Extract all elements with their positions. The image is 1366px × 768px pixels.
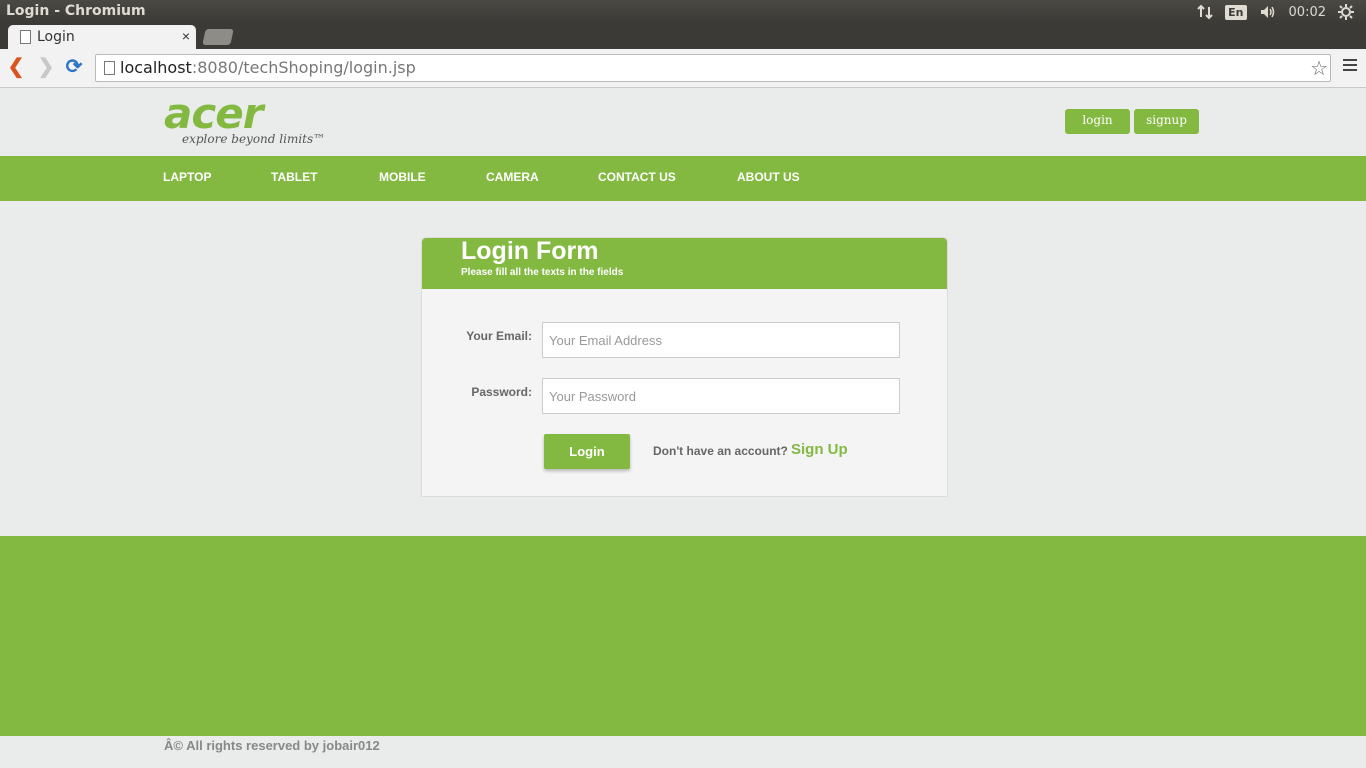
new-tab-button[interactable] bbox=[202, 29, 234, 45]
browser-toolbar: ❮ ❯ ⟳ localhost:8080/techShoping/login.j… bbox=[0, 49, 1366, 88]
site-header: acer explore beyond limits™ login signup bbox=[0, 88, 1366, 156]
login-submit-button[interactable]: Login bbox=[544, 434, 630, 469]
form-header: Login Form Please fill all the texts in … bbox=[422, 237, 947, 289]
keyboard-language[interactable]: En bbox=[1225, 4, 1247, 20]
signup-link[interactable]: Sign Up bbox=[791, 441, 848, 458]
page-icon bbox=[20, 30, 31, 44]
forward-arrow-icon[interactable]: ❯ bbox=[36, 57, 56, 77]
password-field[interactable] bbox=[542, 378, 900, 414]
form-subtitle: Please fill all the texts in the fields bbox=[461, 267, 624, 278]
email-field[interactable] bbox=[542, 322, 900, 358]
nav-about-us[interactable]: ABOUT US bbox=[737, 170, 800, 184]
email-label: Your Email: bbox=[466, 329, 532, 343]
form-title: Login Form bbox=[461, 237, 599, 265]
volume-icon[interactable] bbox=[1259, 4, 1277, 20]
password-label: Password: bbox=[471, 385, 532, 399]
window-title: Login - Chromium bbox=[6, 3, 146, 19]
url-path: :8080/techShoping/login.jsp bbox=[191, 58, 416, 77]
nav-mobile[interactable]: MOBILE bbox=[379, 170, 426, 184]
nav-tablet[interactable]: TABLET bbox=[271, 170, 317, 184]
address-bar[interactable]: localhost:8080/techShoping/login.jsp ☆ bbox=[95, 54, 1331, 82]
page-icon bbox=[104, 61, 115, 75]
clock[interactable]: 00:02 bbox=[1289, 5, 1326, 20]
network-icon[interactable] bbox=[1197, 4, 1213, 20]
url-host: localhost bbox=[120, 58, 192, 77]
browser-tab[interactable]: Login × bbox=[8, 25, 196, 49]
nav-camera[interactable]: CAMERA bbox=[486, 170, 539, 184]
reload-icon[interactable]: ⟳ bbox=[64, 57, 84, 77]
tab-title: Login bbox=[37, 29, 75, 45]
acer-logo[interactable]: acer bbox=[164, 89, 263, 138]
nav-laptop[interactable]: LAPTOP bbox=[163, 170, 211, 184]
nav-contact-us[interactable]: CONTACT US bbox=[598, 170, 676, 184]
browser-menu-icon[interactable] bbox=[1343, 59, 1357, 73]
bookmark-star-icon[interactable]: ☆ bbox=[1310, 56, 1328, 81]
header-login-button[interactable]: login bbox=[1065, 109, 1130, 134]
footer-band bbox=[0, 536, 1366, 736]
logo-tagline: explore beyond limits™ bbox=[182, 132, 326, 146]
tab-strip: Login × bbox=[0, 24, 1366, 49]
system-tray: En 00:02 bbox=[1197, 0, 1366, 24]
back-arrow-icon[interactable]: ❮ bbox=[6, 57, 26, 77]
login-form: Login Form Please fill all the texts in … bbox=[421, 237, 948, 497]
url-text[interactable]: localhost:8080/techShoping/login.jsp bbox=[120, 58, 416, 77]
main-nav: LAPTOP TABLET MOBILE CAMERA CONTACT US A… bbox=[0, 156, 1366, 201]
copyright-text: Â© All rights reserved by jobair012 bbox=[164, 738, 380, 753]
language-indicator: En bbox=[1225, 4, 1247, 20]
header-signup-button[interactable]: signup bbox=[1134, 109, 1199, 134]
settings-gear-icon[interactable] bbox=[1338, 4, 1354, 20]
close-tab-icon[interactable]: × bbox=[182, 28, 190, 44]
os-title-bar: Login - Chromium En 00:02 bbox=[0, 0, 1366, 24]
account-prompt: Don't have an account? bbox=[653, 444, 788, 458]
